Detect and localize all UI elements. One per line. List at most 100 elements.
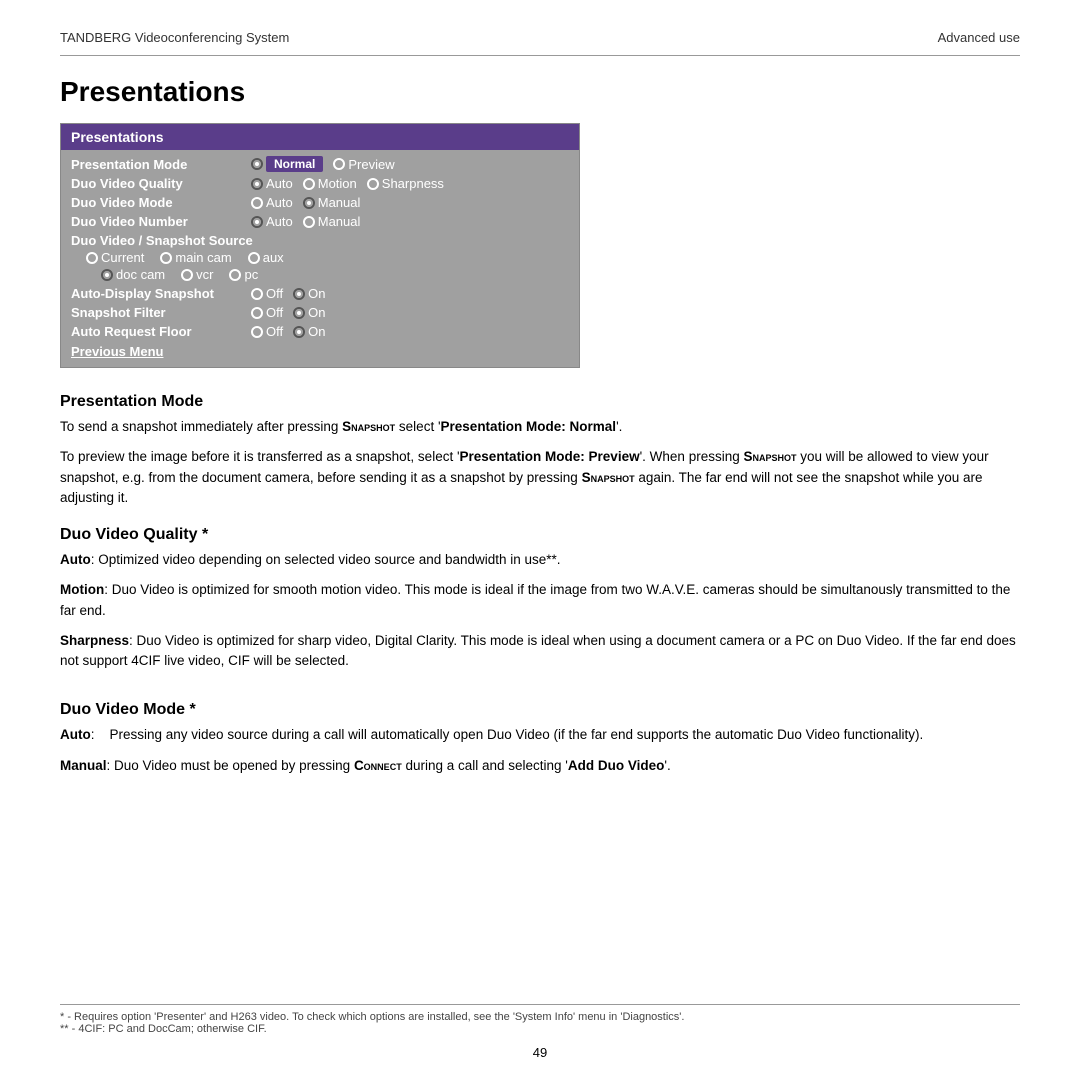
menu-row-auto-display: Auto-Display Snapshot Off On [71,284,569,303]
radio-current [86,252,98,264]
radio-normal [251,158,263,170]
radio-number-manual [303,216,315,228]
footnote-1: * - Requires option 'Presenter' and H263… [60,1011,1020,1023]
snapshot-source-label: Duo Video / Snapshot Source [71,233,253,248]
duo-quality-options: Auto Motion Sharpness [251,176,444,191]
bold-pmode-preview: Presentation Mode: Preview [460,449,640,464]
menu-row-snapshot-source-title: Duo Video / Snapshot Source [71,231,569,250]
mode-manual[interactable]: Manual [303,195,361,210]
radio-aux [248,252,260,264]
source-current-label: Current [101,250,144,265]
header-section: Advanced use [938,30,1020,45]
quality-sharpness[interactable]: Sharpness [367,176,444,191]
section-title-presentation-mode: Presentation Mode [60,393,1020,411]
source-doc-cam-label: doc cam [116,267,165,282]
snapshot-filter-label: Snapshot Filter [71,305,251,320]
snapshot-filter-on-label: On [308,305,325,320]
section-text-quality-motion: Motion: Duo Video is optimized for smoot… [60,580,1020,621]
radio-auto-request-on [293,326,305,338]
bold-duo-auto: Auto [60,727,91,742]
quality-sharpness-label: Sharpness [382,176,444,191]
radio-mode-manual [303,197,315,209]
previous-menu-link[interactable]: Previous Menu [71,341,569,361]
bold-duo-manual: Manual [60,758,107,773]
quality-motion[interactable]: Motion [303,176,357,191]
bold-auto: Auto [60,552,91,567]
auto-request-on[interactable]: On [293,324,325,339]
auto-display-on-label: On [308,286,325,301]
number-manual[interactable]: Manual [303,214,361,229]
presentation-mode-label: Presentation Mode [71,157,251,172]
footnotes: * - Requires option 'Presenter' and H263… [60,1004,1020,1035]
presentation-mode-options: Normal Preview [251,156,395,172]
radio-mode-auto [251,197,263,209]
duo-number-options: Auto Manual [251,214,360,229]
auto-display-label: Auto-Display Snapshot [71,286,251,301]
section-text-quality-sharpness: Sharpness: Duo Video is optimized for sh… [60,631,1020,672]
section-text-mode-manual: Manual: Duo Video must be opened by pres… [60,756,1020,776]
auto-display-off-label: Off [266,286,283,301]
radio-main-cam [160,252,172,264]
bold-pmode-normal: Presentation Mode: Normal [441,419,617,434]
section-title-duo-quality: Duo Video Quality * [60,526,1020,544]
source-pc-label: pc [244,267,258,282]
snapshot-smallcaps-2: Snapshot [743,449,796,464]
snapshot-smallcaps-1: Snapshot [342,419,395,434]
bold-add-duo: Add Duo Video [568,758,665,773]
number-auto[interactable]: Auto [251,214,293,229]
radio-preview [333,158,345,170]
snapshot-filter-off[interactable]: Off [251,305,283,320]
header: TANDBERG Videoconferencing System Advanc… [60,30,1020,56]
source-aux[interactable]: aux [248,250,284,265]
number-manual-label: Manual [318,214,361,229]
section-text-pmode-1: To send a snapshot immediately after pre… [60,417,1020,437]
bold-sharpness: Sharpness [60,633,129,648]
source-current[interactable]: Current [86,250,144,265]
source-vcr[interactable]: vcr [181,267,213,282]
source-pc[interactable]: pc [229,267,258,282]
radio-vcr [181,269,193,281]
section-title-duo-mode: Duo Video Mode * [60,701,1020,719]
snapshot-smallcaps-3: Snapshot [582,470,635,485]
page: TANDBERG Videoconferencing System Advanc… [0,0,1080,1080]
footnote-2: ** - 4CIF: PC and DocCam; otherwise CIF. [60,1023,1020,1035]
number-auto-label: Auto [266,214,293,229]
auto-request-options: Off On [251,324,325,339]
presentation-mode-preview[interactable]: Preview [333,157,394,172]
presentation-mode-normal[interactable]: Normal [251,156,323,172]
snapshot-source-row2: doc cam vcr pc [71,267,569,284]
snapshot-filter-options: Off On [251,305,325,320]
auto-display-off[interactable]: Off [251,286,283,301]
duo-number-label: Duo Video Number [71,214,251,229]
auto-display-options: Off On [251,286,325,301]
connect-smallcaps: Connect [354,758,402,773]
header-title: TANDBERG Videoconferencing System [60,30,289,45]
section-text-pmode-2: To preview the image before it is transf… [60,447,1020,508]
radio-snapshot-filter-on [293,307,305,319]
duo-mode-label: Duo Video Mode [71,195,251,210]
radio-auto-display-off [251,288,263,300]
radio-number-auto [251,216,263,228]
source-aux-label: aux [263,250,284,265]
radio-quality-motion [303,178,315,190]
mode-auto[interactable]: Auto [251,195,293,210]
auto-request-off[interactable]: Off [251,324,283,339]
section-text-mode-auto: Auto: Pressing any video source during a… [60,725,1020,745]
source-main-cam[interactable]: main cam [160,250,231,265]
radio-pc [229,269,241,281]
menu-header: Presentations [61,124,579,150]
auto-request-label: Auto Request Floor [71,324,251,339]
radio-auto-request-off [251,326,263,338]
snapshot-filter-off-label: Off [266,305,283,320]
quality-motion-label: Motion [318,176,357,191]
duo-mode-options: Auto Manual [251,195,360,210]
menu-row-presentation-mode: Presentation Mode Normal Preview [71,154,569,174]
mode-manual-label: Manual [318,195,361,210]
source-doc-cam[interactable]: doc cam [101,267,165,282]
auto-display-on[interactable]: On [293,286,325,301]
source-main-cam-label: main cam [175,250,231,265]
snapshot-source-row1: Current main cam aux [71,250,569,267]
quality-auto[interactable]: Auto [251,176,293,191]
source-vcr-label: vcr [196,267,213,282]
snapshot-filter-on[interactable]: On [293,305,325,320]
